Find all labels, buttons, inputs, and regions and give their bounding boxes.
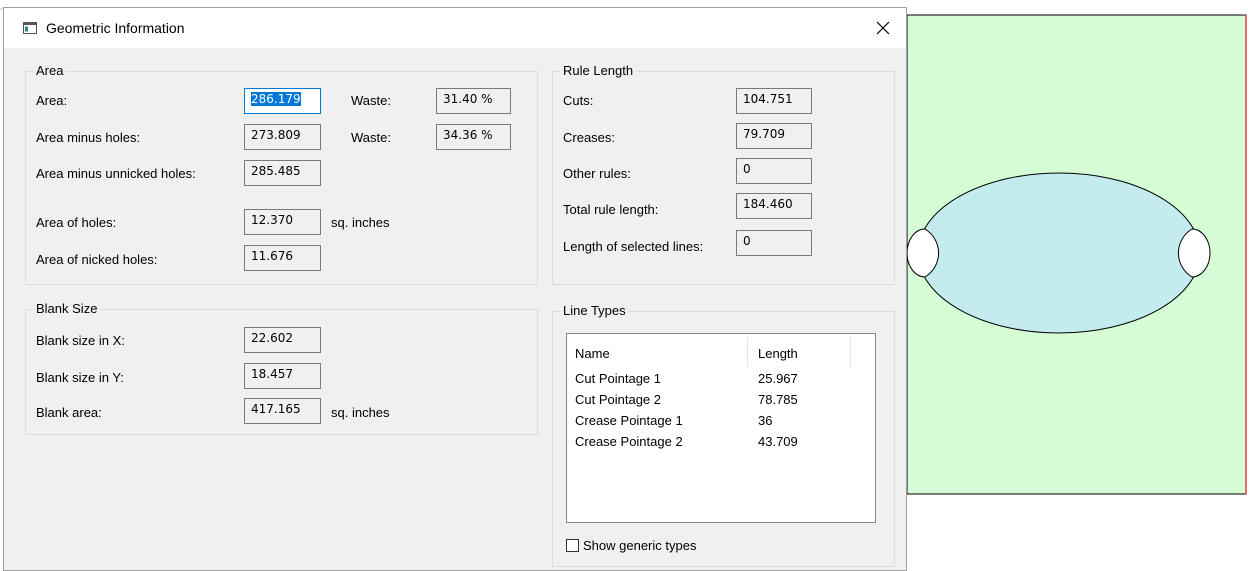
other-rules-label: Other rules: bbox=[563, 166, 631, 181]
list-item[interactable]: Crease Pointage 2 43.709 bbox=[567, 434, 875, 455]
area-field[interactable]: 286.179 bbox=[244, 88, 321, 114]
waste-label-1: Waste: bbox=[351, 93, 391, 108]
line-type-name: Cut Pointage 2 bbox=[575, 392, 662, 407]
app-window-icon bbox=[23, 22, 37, 34]
line-types-group: Line Types Name Length Cut Pointage 1 25… bbox=[552, 303, 895, 567]
checkbox-box[interactable] bbox=[566, 539, 579, 552]
waste-field-1[interactable]: 31.40 % bbox=[436, 88, 511, 114]
line-type-length: 25.967 bbox=[758, 371, 798, 386]
show-generic-types-checkbox[interactable]: Show generic types bbox=[566, 538, 696, 553]
area-unit-label: sq. inches bbox=[331, 215, 390, 230]
area-of-holes-label: Area of holes: bbox=[36, 215, 117, 230]
rule-length-legend: Rule Length bbox=[560, 63, 637, 78]
area-minus-unnicked-field[interactable]: 285.485 bbox=[244, 160, 321, 186]
area-minus-holes-field[interactable]: 273.809 bbox=[244, 124, 321, 150]
cuts-field[interactable]: 104.751 bbox=[736, 88, 812, 114]
blank-size-group: Blank Size Blank size in X: 22.602 Blank… bbox=[25, 301, 538, 435]
title-bar[interactable]: Geometric Information bbox=[4, 8, 906, 48]
other-rules-field[interactable]: 0 bbox=[736, 158, 812, 184]
line-type-length: 36 bbox=[758, 413, 773, 428]
line-type-name: Crease Pointage 2 bbox=[575, 434, 683, 449]
total-rule-length-field[interactable]: 184.460 bbox=[736, 193, 812, 219]
blank-area-unit-label: sq. inches bbox=[331, 405, 390, 420]
creases-field[interactable]: 79.709 bbox=[736, 123, 812, 149]
show-generic-types-label: Show generic types bbox=[583, 538, 697, 553]
area-of-nicked-label: Area of nicked holes: bbox=[36, 252, 158, 267]
total-rule-length-label: Total rule length: bbox=[563, 202, 659, 217]
blank-area-label: Blank area: bbox=[36, 405, 102, 420]
line-type-name: Crease Pointage 1 bbox=[575, 413, 683, 428]
selected-lines-label: Length of selected lines: bbox=[563, 239, 704, 254]
list-item[interactable]: Cut Pointage 1 25.967 bbox=[567, 371, 875, 392]
column-separator[interactable] bbox=[850, 337, 851, 367]
waste-label-2: Waste: bbox=[351, 130, 391, 145]
blank-x-label: Blank size in X: bbox=[36, 333, 125, 348]
blank-y-field[interactable]: 18.457 bbox=[244, 363, 321, 389]
area-legend: Area bbox=[33, 63, 67, 78]
creases-label: Creases: bbox=[563, 130, 616, 145]
close-button[interactable] bbox=[860, 8, 906, 48]
blank-x-field[interactable]: 22.602 bbox=[244, 327, 321, 353]
line-type-length: 78.785 bbox=[758, 392, 798, 407]
column-header-length[interactable]: Length bbox=[758, 346, 798, 361]
blank-size-legend: Blank Size bbox=[33, 301, 101, 316]
area-of-holes-field[interactable]: 12.370 bbox=[244, 209, 321, 235]
line-types-legend: Line Types bbox=[560, 303, 629, 318]
rule-length-group: Rule Length Cuts: 104.751 Creases: 79.70… bbox=[552, 63, 895, 285]
geometric-information-dialog: Geometric Information Area Area: 286.179… bbox=[3, 7, 907, 571]
area-minus-holes-label: Area minus holes: bbox=[36, 130, 141, 145]
area-of-nicked-field[interactable]: 11.676 bbox=[244, 245, 321, 271]
list-item[interactable]: Cut Pointage 2 78.785 bbox=[567, 392, 875, 413]
blank-y-label: Blank size in Y: bbox=[36, 370, 124, 385]
area-group: Area Area: 286.179 Waste: 31.40 % Area m… bbox=[25, 63, 538, 285]
line-types-list[interactable]: Name Length Cut Pointage 1 25.967 Cut Po… bbox=[566, 333, 876, 523]
selected-lines-field[interactable]: 0 bbox=[736, 230, 812, 256]
line-type-name: Cut Pointage 1 bbox=[575, 371, 662, 386]
blank-area-field[interactable]: 417.165 bbox=[244, 398, 321, 424]
cuts-label: Cuts: bbox=[563, 93, 594, 108]
line-type-length: 43.709 bbox=[758, 434, 798, 449]
list-item[interactable]: Crease Pointage 1 36 bbox=[567, 413, 875, 434]
column-header-name[interactable]: Name bbox=[575, 346, 610, 361]
area-minus-unnicked-label: Area minus unnicked holes: bbox=[36, 166, 196, 181]
column-separator[interactable] bbox=[747, 337, 748, 367]
window-title: Geometric Information bbox=[46, 20, 185, 36]
waste-field-2[interactable]: 34.36 % bbox=[436, 124, 511, 150]
area-label: Area: bbox=[36, 93, 68, 108]
close-icon bbox=[876, 21, 890, 35]
oval-shape[interactable] bbox=[917, 172, 1201, 334]
